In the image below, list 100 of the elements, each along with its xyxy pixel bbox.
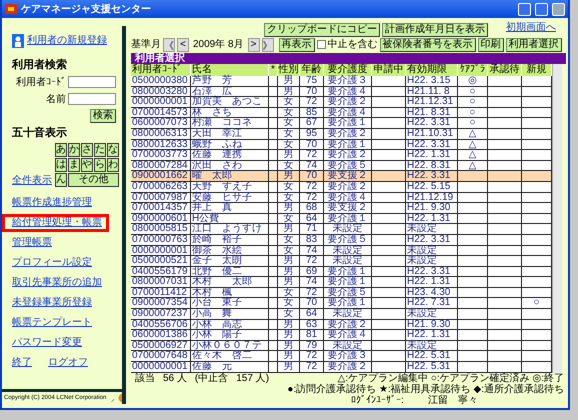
table-cell[interactable] bbox=[488, 330, 522, 341]
table-cell[interactable]: 男 bbox=[278, 362, 300, 373]
table-cell[interactable]: 79 bbox=[300, 340, 324, 352]
table-cell[interactable] bbox=[269, 362, 278, 373]
table-cell[interactable] bbox=[269, 203, 278, 214]
table-cell[interactable]: 小林 高志 bbox=[191, 320, 269, 330]
kana-button[interactable]: や bbox=[81, 158, 93, 172]
table-cell[interactable] bbox=[522, 86, 552, 98]
table-cell[interactable] bbox=[372, 277, 406, 288]
table-cell[interactable]: H23. 4.30 bbox=[406, 288, 458, 298]
table-cell[interactable] bbox=[522, 192, 552, 204]
table-cell[interactable]: H22. 1.31 bbox=[406, 150, 458, 161]
table-cell[interactable] bbox=[522, 266, 552, 278]
table-cell[interactable] bbox=[522, 277, 552, 288]
table-cell[interactable]: 天野 すえ子 bbox=[191, 182, 269, 193]
table-cell[interactable] bbox=[372, 224, 406, 235]
table-cell[interactable] bbox=[522, 224, 552, 235]
table-cell[interactable]: 金子 太朗 bbox=[191, 256, 269, 267]
table-cell[interactable] bbox=[269, 351, 278, 362]
table-cell[interactable]: 男 bbox=[278, 266, 300, 278]
table-cell[interactable]: △ bbox=[458, 140, 488, 150]
table-cell[interactable]: 70 bbox=[300, 298, 324, 310]
table-cell[interactable] bbox=[372, 309, 406, 320]
table-cell[interactable] bbox=[522, 182, 552, 193]
table-cell[interactable]: H22. 3.31 bbox=[406, 266, 458, 278]
menu-link[interactable]: 帳票テンプレート bbox=[2, 314, 99, 332]
table-cell[interactable]: 74 bbox=[300, 246, 324, 256]
table-cell[interactable] bbox=[372, 118, 406, 129]
kana-button[interactable]: な bbox=[107, 143, 119, 157]
table-cell[interactable]: 未設定 bbox=[324, 309, 372, 320]
table-cell[interactable] bbox=[372, 320, 406, 330]
table-cell[interactable]: 小高 舞 bbox=[191, 309, 269, 320]
kana-button[interactable]: その他 bbox=[68, 173, 119, 187]
table-cell[interactable] bbox=[269, 256, 278, 267]
table-cell[interactable]: 83 bbox=[300, 234, 324, 246]
kana-button[interactable]: ん bbox=[55, 173, 67, 187]
table-cell[interactable]: 井上 真 bbox=[191, 203, 269, 214]
menu-link[interactable]: プロフィール設定 bbox=[2, 254, 99, 272]
table-cell[interactable] bbox=[372, 362, 406, 373]
kana-button[interactable]: わ bbox=[107, 158, 119, 172]
kana-button[interactable]: た bbox=[94, 143, 106, 157]
checkbox[interactable] bbox=[316, 40, 326, 49]
table-cell[interactable]: 要介護５ bbox=[324, 160, 372, 172]
table-cell[interactable]: 女 bbox=[278, 118, 300, 129]
table-cell[interactable]: 70 bbox=[300, 140, 324, 150]
table-cell[interactable]: H22. 5.31 bbox=[406, 362, 458, 373]
table-cell[interactable] bbox=[488, 140, 522, 150]
table-cell[interactable]: 未設定 bbox=[406, 340, 458, 352]
table-cell[interactable]: 0900007237 bbox=[131, 309, 191, 320]
table-cell[interactable]: 芦野 芳 bbox=[191, 76, 269, 87]
select-user-button[interactable]: 利用者選択 bbox=[506, 38, 562, 52]
table-cell[interactable]: H22. 8.31 bbox=[406, 160, 458, 172]
table-cell[interactable] bbox=[522, 203, 552, 214]
table-cell[interactable] bbox=[522, 234, 552, 246]
table-cell[interactable]: 男 bbox=[278, 320, 300, 330]
table-cell[interactable] bbox=[372, 330, 406, 341]
table-cell[interactable]: △ bbox=[458, 160, 488, 172]
table-cell[interactable]: 女 bbox=[278, 140, 300, 150]
table-cell[interactable] bbox=[458, 182, 488, 193]
table-cell[interactable] bbox=[372, 340, 406, 352]
table-cell[interactable]: 74 bbox=[300, 277, 324, 288]
table-cell[interactable]: 0600007073 bbox=[131, 118, 191, 129]
kana-button[interactable]: は bbox=[55, 158, 67, 172]
table-cell[interactable] bbox=[522, 171, 552, 182]
table-cell[interactable] bbox=[269, 266, 278, 278]
table-cell[interactable]: 72 bbox=[300, 362, 324, 373]
table-cell[interactable]: 74 bbox=[300, 160, 324, 172]
table-cell[interactable] bbox=[458, 256, 488, 267]
table-cell[interactable] bbox=[488, 108, 522, 118]
table-cell[interactable]: 0500006927 bbox=[131, 340, 191, 352]
table-cell[interactable] bbox=[522, 309, 552, 320]
table-cell[interactable] bbox=[458, 203, 488, 214]
input-field[interactable] bbox=[68, 76, 116, 88]
table-cell[interactable] bbox=[372, 266, 406, 278]
table-cell[interactable] bbox=[372, 150, 406, 161]
table-cell[interactable] bbox=[522, 97, 552, 108]
table-cell[interactable] bbox=[522, 140, 552, 150]
table-cell[interactable] bbox=[522, 118, 552, 129]
table-cell[interactable]: H21. 8.31 bbox=[406, 108, 458, 118]
table-cell[interactable]: 0700007648 bbox=[131, 351, 191, 362]
nav-button[interactable]: > bbox=[248, 38, 260, 52]
table-cell[interactable]: ○ bbox=[458, 86, 488, 98]
table-cell[interactable]: 75 bbox=[300, 76, 324, 87]
table-cell[interactable] bbox=[269, 76, 278, 87]
table-cell[interactable] bbox=[372, 246, 406, 256]
table-cell[interactable] bbox=[269, 246, 278, 256]
table-cell[interactable]: 男 bbox=[278, 351, 300, 362]
table-cell[interactable]: H22. 1.31 bbox=[406, 277, 458, 288]
menu-link[interactable]: 帳票作成進捗管理 bbox=[2, 194, 99, 212]
table-cell[interactable] bbox=[269, 298, 278, 310]
table-cell[interactable] bbox=[269, 128, 278, 140]
table-cell[interactable] bbox=[269, 192, 278, 204]
table-cell[interactable]: 0800007031 bbox=[131, 277, 191, 288]
menu-link[interactable]: 未登録事業所登録 bbox=[2, 294, 99, 312]
table-cell[interactable]: 要支援２ bbox=[324, 171, 372, 182]
table-cell[interactable]: 0000000001 bbox=[131, 362, 191, 373]
table-cell[interactable] bbox=[488, 288, 522, 298]
table-cell[interactable]: 加賀美 あつこ bbox=[191, 97, 269, 108]
table-cell[interactable] bbox=[488, 340, 522, 352]
table-cell[interactable] bbox=[269, 86, 278, 98]
